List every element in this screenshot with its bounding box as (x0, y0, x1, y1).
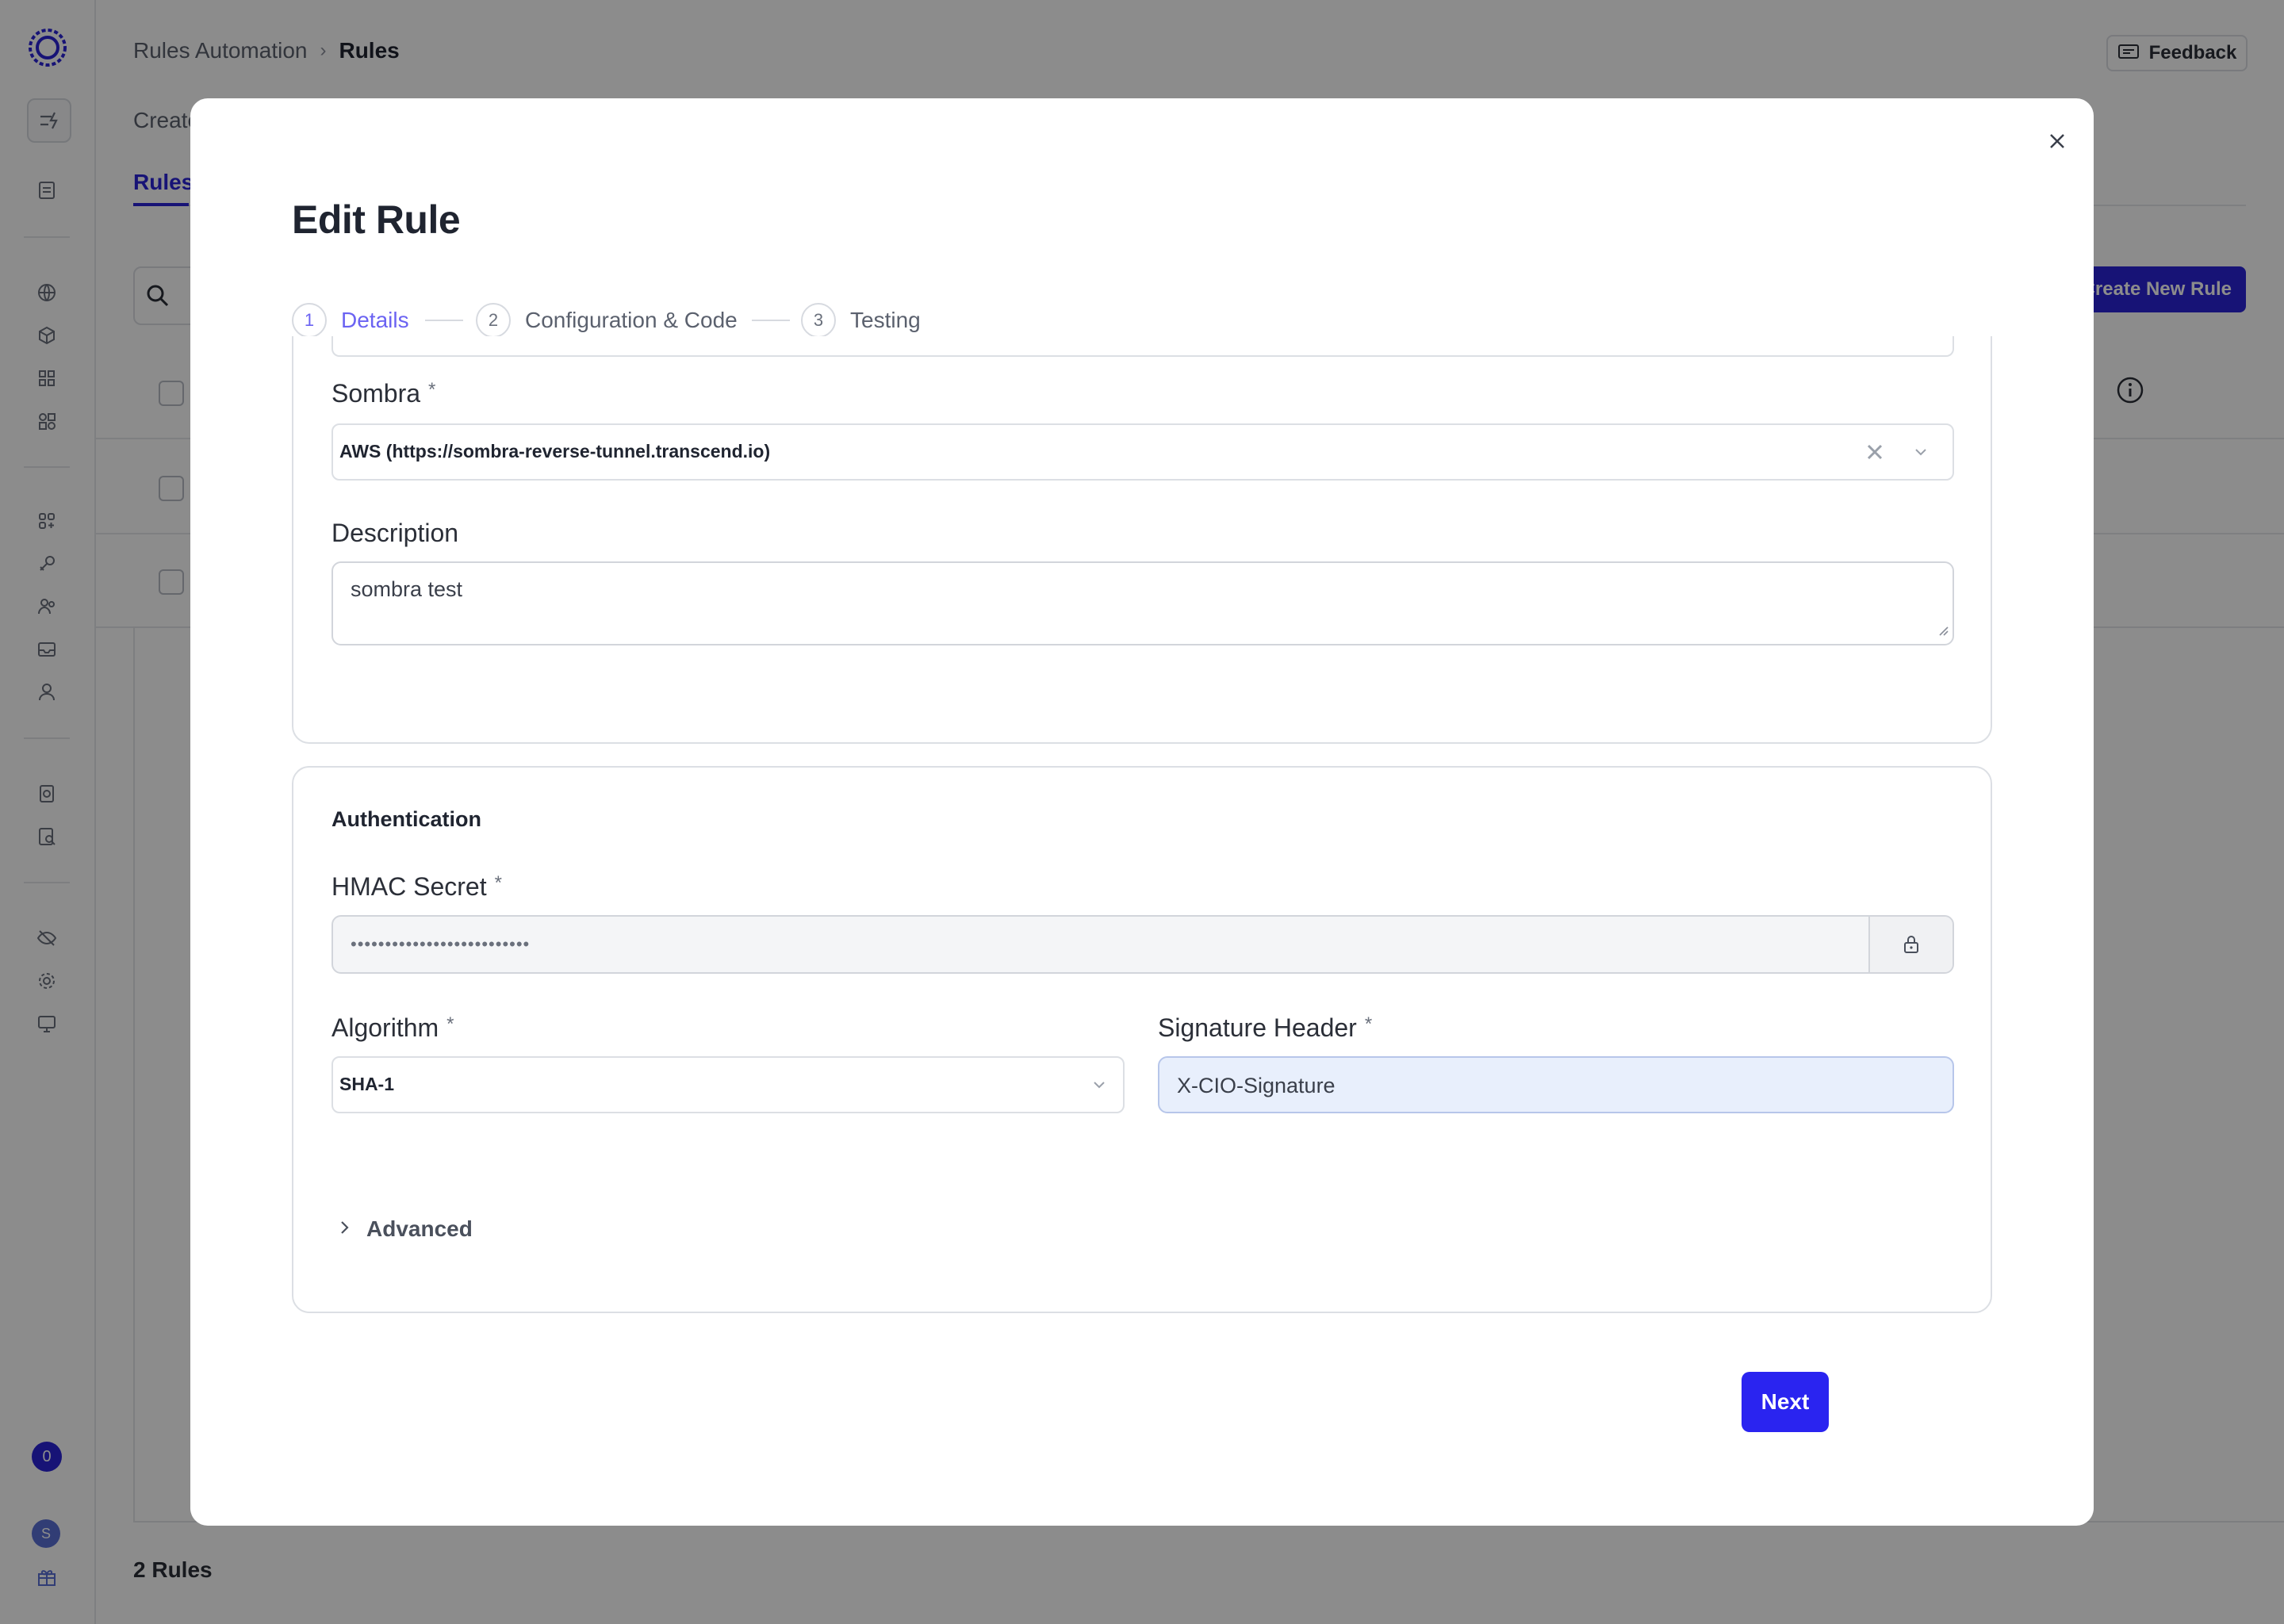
step-number: 3 (801, 303, 836, 338)
details-section: Sombra * AWS (https://sombra-reverse-tunn… (292, 336, 1992, 744)
modal-title: Edit Rule (292, 197, 461, 242)
advanced-label: Advanced (366, 1216, 473, 1241)
close-icon[interactable] (2041, 125, 2073, 157)
step-details[interactable]: 1 Details (292, 301, 409, 339)
step-connector (425, 320, 463, 321)
hmac-secret-input[interactable]: •••••••••••••••••••••••••• (331, 915, 1954, 974)
step-connector (752, 320, 790, 321)
description-textarea[interactable]: sombra test (331, 561, 1954, 645)
description-value: sombra test (351, 577, 463, 601)
step-configuration[interactable]: 2 Configuration & Code (476, 301, 738, 339)
authentication-heading: Authentication (331, 807, 481, 831)
hmac-secret-label: HMAC Secret * (331, 872, 502, 901)
next-button[interactable]: Next (1742, 1372, 1829, 1432)
resize-handle-icon[interactable] (1937, 624, 1949, 641)
chevron-down-icon[interactable] (1091, 1078, 1107, 1095)
previous-field[interactable] (331, 336, 1954, 357)
hmac-secret-value: •••••••••••••••••••••••••• (351, 934, 531, 954)
sombra-select[interactable]: AWS (https://sombra-reverse-tunnel.trans… (331, 423, 1954, 481)
step-number: 2 (476, 303, 511, 338)
algorithm-label: Algorithm * (331, 1013, 454, 1042)
step-label: Testing (850, 308, 921, 332)
chevron-down-icon[interactable] (1913, 446, 1929, 462)
step-number: 1 (292, 303, 327, 338)
chevron-right-icon (339, 1216, 351, 1242)
edit-rule-modal: Edit Rule 1 Details 2 Configuration & Co… (190, 98, 2094, 1526)
clear-icon[interactable] (1865, 442, 1884, 465)
lock-icon[interactable] (1868, 917, 1953, 972)
signature-header-value: X-CIO-Signature (1177, 1074, 1336, 1097)
step-label: Configuration & Code (525, 308, 738, 332)
description-label: Description (331, 519, 459, 547)
step-label: Details (341, 308, 409, 332)
algorithm-value: SHA-1 (339, 1074, 395, 1094)
signature-header-input[interactable]: X-CIO-Signature (1158, 1056, 1954, 1113)
sombra-label: Sombra * (331, 379, 436, 408)
advanced-toggle[interactable]: Advanced (339, 1216, 473, 1242)
sombra-value: AWS (https://sombra-reverse-tunnel.trans… (339, 441, 771, 462)
step-testing[interactable]: 3 Testing (801, 301, 921, 339)
authentication-section: Authentication HMAC Secret * ••••••••••••… (292, 766, 1992, 1313)
algorithm-select[interactable]: SHA-1 (331, 1056, 1125, 1113)
signature-header-label: Signature Header * (1158, 1013, 1373, 1042)
